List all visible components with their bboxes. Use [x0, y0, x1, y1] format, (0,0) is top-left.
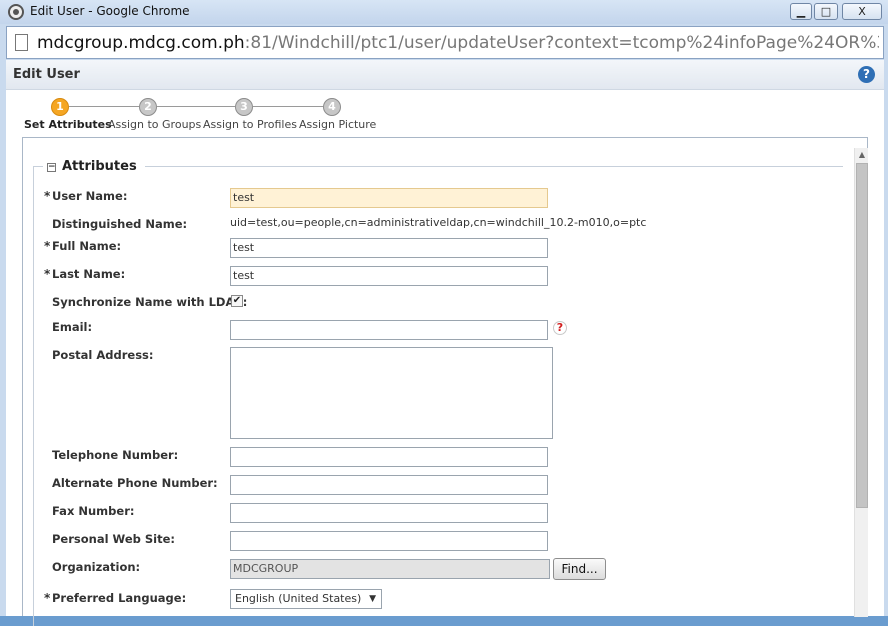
address-bar[interactable]: mdcgroup.mdcg.com.ph:81/Windchill/ptc1/u… — [6, 26, 884, 59]
url-path: :81/Windchill/ptc1/user/updateUser?conte… — [244, 33, 879, 53]
telephone-label: Telephone Number: — [52, 448, 179, 462]
step-connector — [157, 106, 235, 107]
browser-window: Edit User - Google Chrome ▁ □ X mdcgroup… — [0, 0, 888, 626]
section-title: Attributes — [62, 159, 137, 174]
last-name-input[interactable]: test — [230, 266, 548, 286]
language-value: English (United States) — [235, 592, 362, 605]
scroll-thumb[interactable] — [856, 163, 868, 508]
email-label: Email: — [52, 320, 93, 334]
close-button[interactable]: X — [842, 3, 882, 20]
email-input[interactable] — [230, 320, 548, 340]
full-name-label: Full Name: — [52, 239, 122, 253]
language-select[interactable]: English (United States) ▼ — [230, 589, 382, 609]
distinguished-name-label: Distinguished Name: — [52, 217, 188, 231]
attributes-panel: − Attributes * User Name: test Distinguis… — [22, 137, 868, 626]
sync-ldap-label: Synchronize Name with LDAP: — [52, 295, 248, 309]
window-title: Edit User - Google Chrome — [30, 4, 190, 18]
step-assign-profiles[interactable]: Assign to Profiles — [203, 118, 297, 131]
step-set-attributes[interactable]: Set Attributes — [24, 118, 112, 131]
user-name-label: User Name: — [52, 189, 128, 203]
required-marker: * — [44, 591, 51, 605]
website-input[interactable] — [230, 531, 548, 551]
sync-ldap-checkbox[interactable]: ✔ — [231, 295, 243, 307]
step-assign-picture[interactable]: Assign Picture — [299, 118, 376, 131]
section-header[interactable]: − Attributes — [43, 159, 145, 174]
user-name-input[interactable]: test — [230, 188, 548, 208]
page-header: Edit User ? — [6, 60, 884, 90]
url-host: mdcgroup.mdcg.com.ph — [37, 33, 245, 53]
organization-label: Organization: — [52, 560, 141, 574]
fax-label: Fax Number: — [52, 504, 135, 518]
fieldset-border-left — [33, 166, 34, 626]
step-connector — [253, 106, 323, 107]
alt-phone-label: Alternate Phone Number: — [52, 476, 218, 490]
step-3-icon[interactable]: 3 — [235, 98, 253, 116]
url-text[interactable]: mdcgroup.mdcg.com.ph:81/Windchill/ptc1/u… — [37, 33, 879, 53]
dropdown-arrow-icon[interactable]: ▼ — [369, 590, 376, 608]
organization-input: MDCGROUP — [230, 559, 550, 579]
title-bar: Edit User - Google Chrome ▁ □ X — [0, 0, 888, 24]
question-help-icon[interactable]: ? — [553, 321, 567, 335]
postal-address-textarea[interactable] — [230, 347, 553, 439]
step-2-icon[interactable]: 2 — [139, 98, 157, 116]
required-marker: * — [44, 189, 51, 203]
distinguished-name-value: uid=test,ou=people,cn=administrativeldap… — [230, 216, 647, 229]
scroll-up-icon[interactable]: ▲ — [855, 148, 869, 162]
help-icon[interactable]: ? — [858, 66, 875, 83]
alt-phone-input[interactable] — [230, 475, 548, 495]
full-name-input[interactable]: test — [230, 238, 548, 258]
step-assign-groups[interactable]: Assign to Groups — [108, 118, 201, 131]
vertical-scrollbar[interactable]: ▲ — [854, 148, 868, 617]
step-1-icon[interactable]: 1 — [51, 98, 69, 116]
fax-input[interactable] — [230, 503, 548, 523]
postal-address-label: Postal Address: — [52, 348, 154, 362]
maximize-button[interactable]: □ — [814, 3, 838, 20]
required-marker: * — [44, 267, 51, 281]
find-button[interactable]: Find... — [553, 558, 606, 580]
page-icon — [15, 34, 28, 51]
chrome-icon — [8, 4, 24, 20]
required-marker: * — [44, 239, 51, 253]
website-label: Personal Web Site: — [52, 532, 175, 546]
page-content: Edit User ? 1 2 3 4 Set Attributes Assig… — [6, 60, 884, 626]
step-connector — [69, 106, 139, 107]
wizard-steps: 1 2 3 4 Set Attributes Assign to Groups … — [6, 91, 884, 137]
page-title: Edit User — [13, 67, 80, 82]
telephone-input[interactable] — [230, 447, 548, 467]
minimize-button[interactable]: ▁ — [790, 3, 812, 20]
last-name-label: Last Name: — [52, 267, 126, 281]
fieldset-border — [33, 166, 843, 167]
collapse-icon[interactable]: − — [47, 163, 56, 172]
step-4-icon[interactable]: 4 — [323, 98, 341, 116]
language-label: Preferred Language: — [52, 591, 187, 605]
